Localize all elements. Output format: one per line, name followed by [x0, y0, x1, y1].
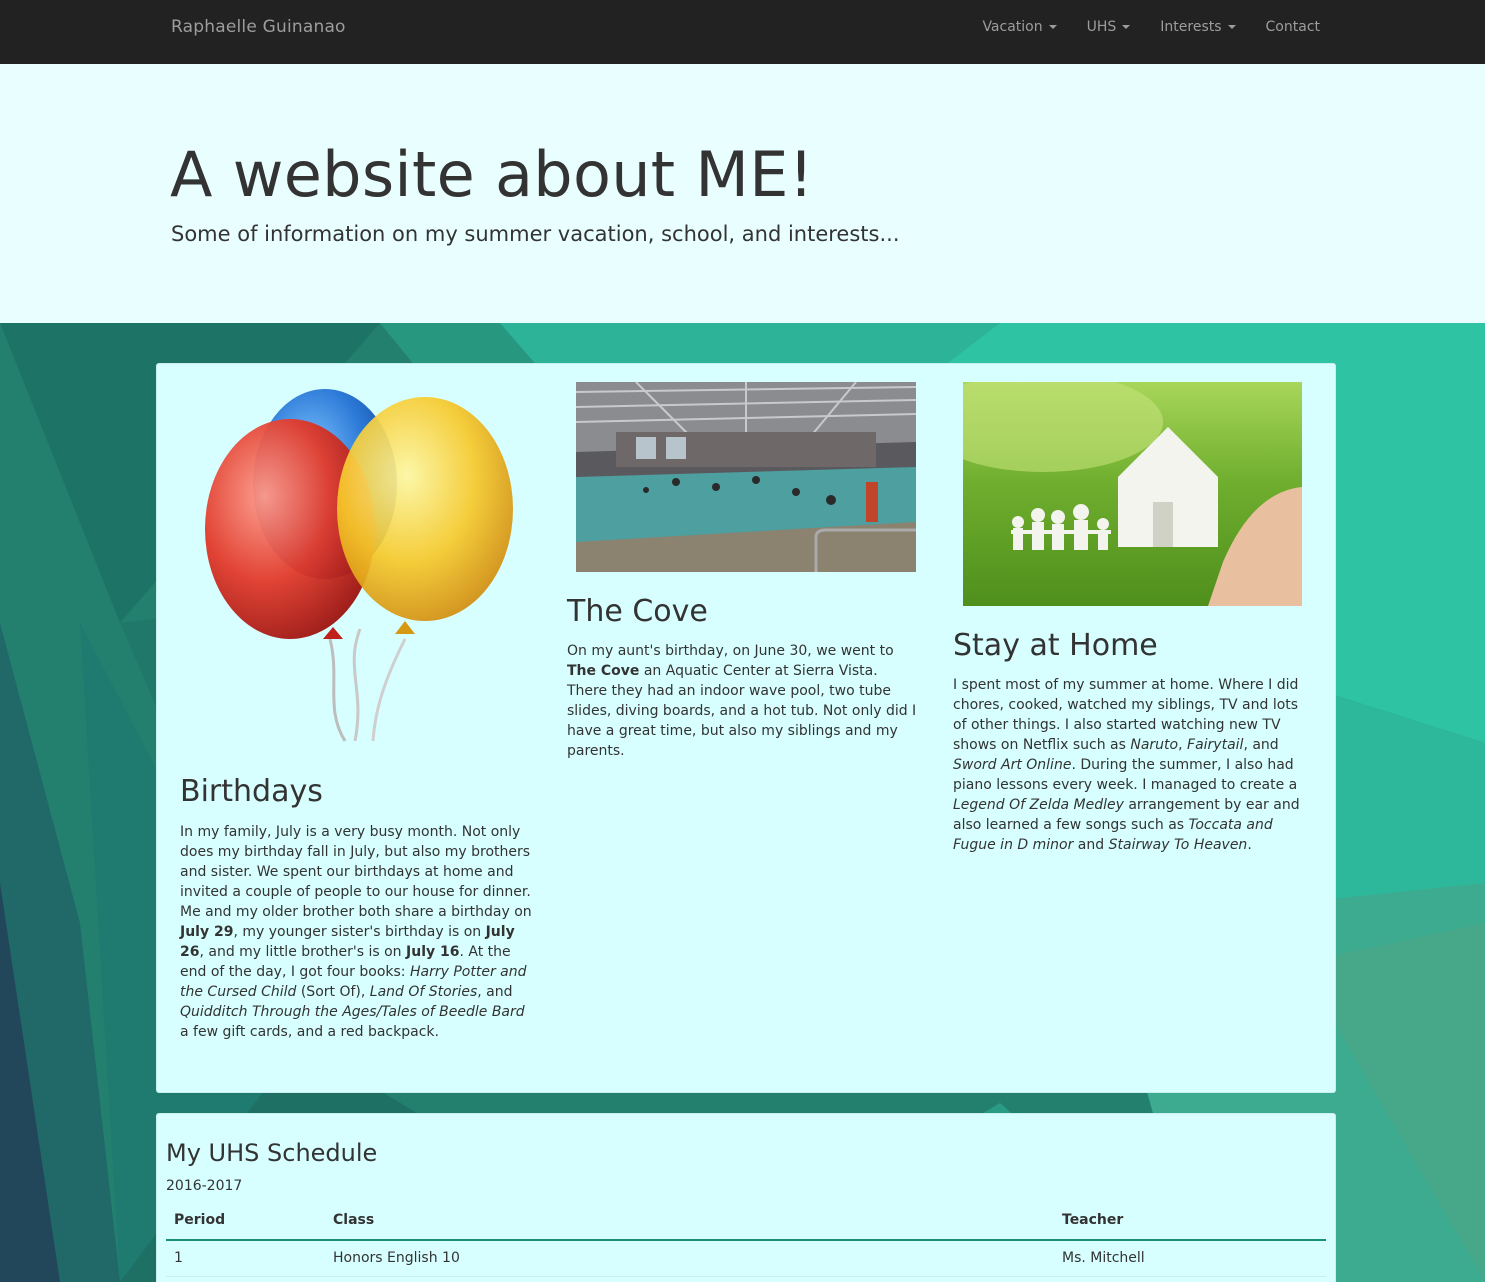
text-run: ,	[1178, 737, 1188, 753]
text-run: July 16	[406, 944, 460, 960]
text-run: , and	[477, 984, 513, 1000]
page-title: A website about ME!	[170, 138, 814, 211]
section-heading: Birthdays	[180, 774, 323, 809]
chevron-down-icon	[1227, 25, 1236, 29]
text-run: (Sort Of),	[296, 984, 370, 1000]
table-header-row: Period Class Teacher	[166, 1204, 1326, 1241]
nav-label: Vacation	[982, 19, 1043, 35]
teacher-cell: Ms. Mitchell	[1062, 1250, 1145, 1266]
table-row: 1 Honors English 10 Ms. Mitchell	[166, 1241, 1326, 1277]
column-header-teacher: Teacher	[1062, 1212, 1124, 1228]
home-section: Stay at Home I spent most of my summer a…	[953, 628, 1313, 855]
chevron-down-icon	[1048, 25, 1057, 29]
nav-label: UHS	[1086, 19, 1117, 35]
section-heading: The Cove	[567, 594, 708, 629]
nav-item-uhs[interactable]: UHS	[1072, 0, 1146, 54]
nav-item-contact[interactable]: Contact	[1251, 0, 1335, 54]
text-run: , and	[1243, 737, 1279, 753]
nav-label: Interests	[1160, 19, 1222, 35]
schedule-table: Period Class Teacher 1 Honors English 10…	[166, 1204, 1326, 1277]
nav-menu: Vacation UHS Interests Contact	[967, 0, 1335, 64]
text-run: July 29	[180, 924, 234, 940]
text-run: In my family, July is a very busy month.…	[180, 824, 532, 920]
text-run: Stairway To Heaven	[1108, 837, 1248, 853]
text-run: Land Of Stories	[369, 984, 478, 1000]
schedule-year: 2016-2017	[166, 1178, 243, 1194]
birthdays-section: Birthdays In my family, July is a very b…	[180, 774, 535, 1042]
schedule-title: My UHS Schedule	[166, 1139, 378, 1167]
home-family-image	[963, 382, 1302, 606]
class-cell: Honors English 10	[333, 1250, 460, 1266]
text-run: Fairytail	[1187, 737, 1244, 753]
text-run: a few gift cards, and a red backpack.	[180, 1024, 439, 1040]
text-run: .	[1247, 837, 1252, 853]
text-run: Naruto	[1130, 737, 1179, 753]
section-heading: Stay at Home	[953, 628, 1158, 663]
period-cell: 1	[174, 1250, 183, 1266]
page-subtitle: Some of information on my summer vacatio…	[171, 222, 900, 246]
chevron-down-icon	[1122, 25, 1131, 29]
text-run: On my aunt's birthday, on June 30, we we…	[567, 643, 894, 659]
text-run: , and my little brother's is on	[199, 944, 407, 960]
cove-pool-image	[576, 382, 916, 572]
text-run: and	[1073, 837, 1109, 853]
nav-item-interests[interactable]: Interests	[1145, 0, 1250, 54]
birthdays-text: In my family, July is a very busy month.…	[180, 822, 535, 1042]
jumbotron: A website about ME! Some of information …	[0, 64, 1485, 323]
balloons-image	[205, 389, 515, 744]
text-run: , my younger sister's birthday is on	[233, 924, 486, 940]
navbar: Raphaelle Guinanao Vacation UHS Interest…	[0, 0, 1485, 64]
column-header-class: Class	[333, 1212, 375, 1228]
home-text: I spent most of my summer at home. Where…	[953, 675, 1313, 855]
cove-text: On my aunt's birthday, on June 30, we we…	[567, 641, 917, 761]
text-run: Legend Of Zelda Medley	[953, 797, 1124, 813]
column-header-period: Period	[174, 1212, 226, 1228]
cove-section: The Cove On my aunt's birthday, on June …	[567, 594, 917, 761]
schedule-panel: My UHS Schedule 2016-2017 Period Class T…	[156, 1113, 1336, 1282]
text-run: Quidditch Through the Ages/Tales of Beed…	[180, 1004, 525, 1020]
nav-item-vacation[interactable]: Vacation	[967, 0, 1071, 54]
text-run: The Cove	[567, 663, 640, 679]
navbar-brand[interactable]: Raphaelle Guinanao	[171, 17, 346, 37]
vacation-panel: Birthdays In my family, July is a very b…	[156, 363, 1336, 1093]
nav-label: Contact	[1265, 19, 1320, 35]
text-run: Sword Art Online	[953, 757, 1072, 773]
